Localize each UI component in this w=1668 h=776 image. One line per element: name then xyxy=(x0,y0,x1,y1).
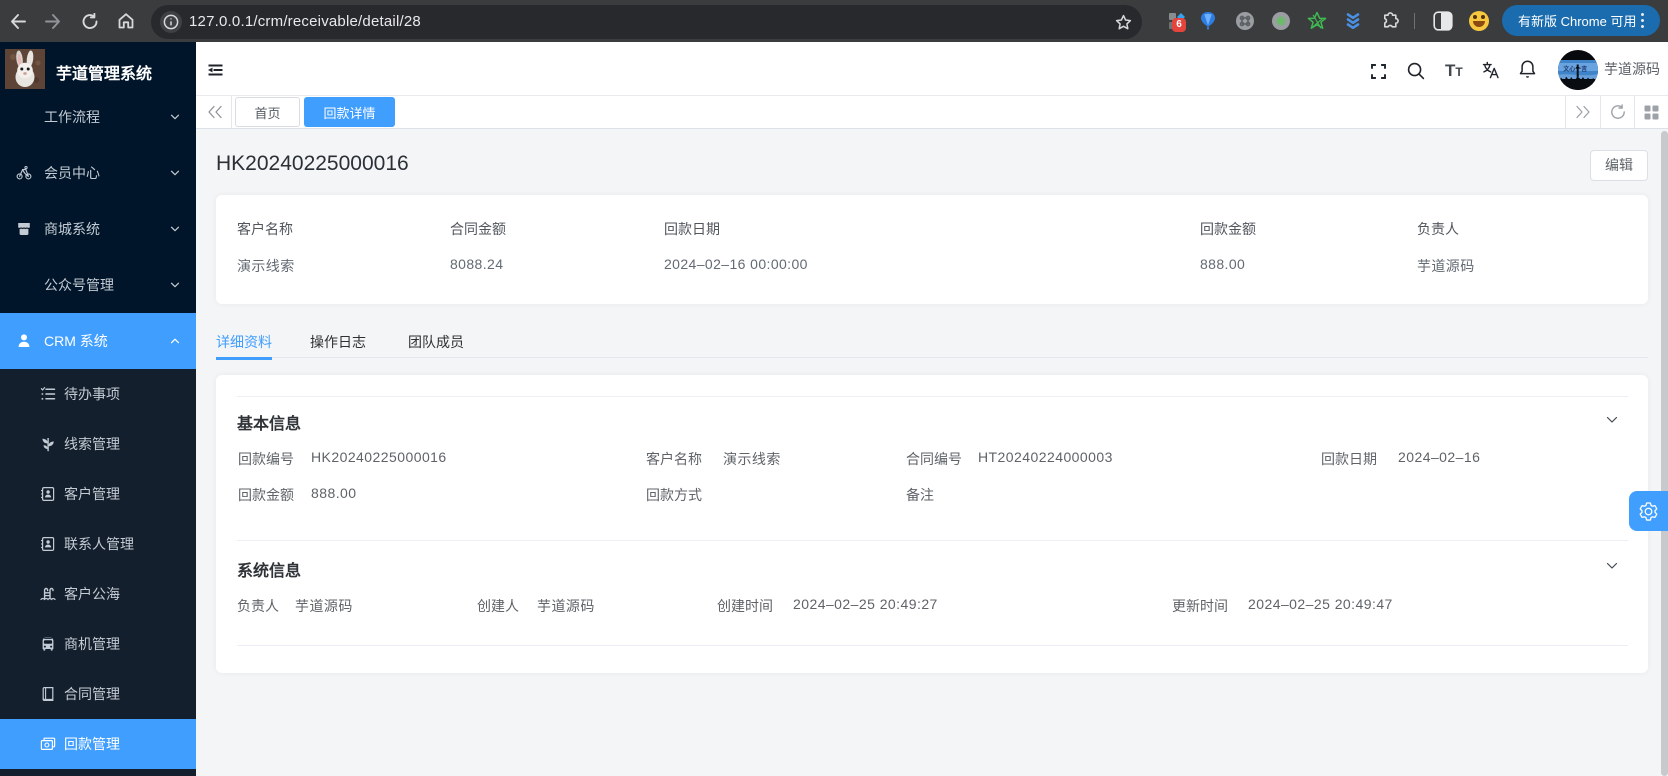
svg-text:文心一言: 文心一言 xyxy=(1562,65,1587,73)
